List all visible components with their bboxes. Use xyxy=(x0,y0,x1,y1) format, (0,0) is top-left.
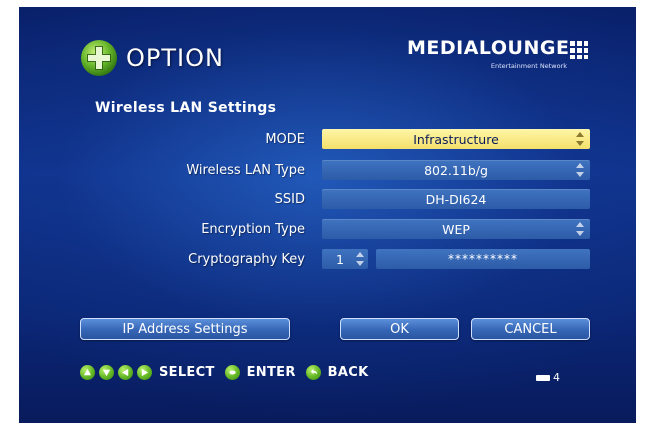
crypto-key-masked-value: ********** xyxy=(448,252,518,266)
page-header: OPTION xyxy=(80,39,224,77)
select-hint-label: SELECT xyxy=(159,365,215,380)
enter-hint-label: ENTER xyxy=(246,365,296,380)
mode-label: MODE xyxy=(265,132,305,147)
spinner-arrows-icon[interactable] xyxy=(576,222,584,236)
tv-screen: OPTION MEDIALOUNGE Entertainment Network… xyxy=(19,7,636,423)
key-index-stepper[interactable]: 1 xyxy=(322,249,368,269)
left-arrow-icon xyxy=(118,365,133,380)
crypto-key-input[interactable]: ********** xyxy=(376,249,590,269)
up-arrow-icon xyxy=(80,365,95,380)
right-arrow-icon xyxy=(137,365,152,380)
encryption-select[interactable]: WEP xyxy=(322,219,590,239)
ssid-input[interactable]: DH-DI624 xyxy=(322,189,590,209)
section-title: Wireless LAN Settings xyxy=(95,100,277,116)
mode-select[interactable]: Infrastructure xyxy=(322,129,590,149)
cancel-button[interactable]: CANCEL xyxy=(471,318,590,340)
brand-grid-logo-icon xyxy=(570,41,588,59)
spinner-arrows-icon[interactable] xyxy=(576,132,584,146)
key-index-value: 1 xyxy=(336,251,344,267)
ssid-value: DH-DI624 xyxy=(425,191,487,207)
remote-hints: SELECT ENTER BACK xyxy=(80,365,374,380)
page-indicator: 4 xyxy=(536,371,560,384)
lan-type-select[interactable]: 802.11b/g xyxy=(322,160,590,180)
page-title: OPTION xyxy=(126,44,224,72)
ssid-label: SSID xyxy=(274,192,305,207)
lan-type-value: 802.11b/g xyxy=(424,162,488,178)
down-arrow-icon xyxy=(99,365,114,380)
ok-button[interactable]: OK xyxy=(340,318,459,340)
brand-name: MEDIALOUNGE xyxy=(407,37,570,59)
page-number: 4 xyxy=(553,371,560,384)
back-arrow-icon xyxy=(305,365,321,380)
back-hint-label: BACK xyxy=(327,365,369,380)
mode-value: Infrastructure xyxy=(413,131,499,147)
encryption-value: WEP xyxy=(442,221,470,237)
enter-button-icon xyxy=(224,365,240,380)
page-tab-icon xyxy=(536,374,550,381)
lan-type-label: Wireless LAN Type xyxy=(186,163,305,178)
brand-logo: MEDIALOUNGE Entertainment Network xyxy=(407,37,597,77)
spinner-arrows-icon[interactable] xyxy=(576,163,584,177)
ip-address-settings-button[interactable]: IP Address Settings xyxy=(80,318,290,340)
crypto-key-label: Cryptography Key xyxy=(188,252,305,267)
spinner-arrows-icon[interactable] xyxy=(356,252,364,266)
encryption-label: Encryption Type xyxy=(201,222,305,237)
brand-subtitle: Entertainment Network xyxy=(490,62,567,70)
dpad-icon xyxy=(81,40,117,76)
